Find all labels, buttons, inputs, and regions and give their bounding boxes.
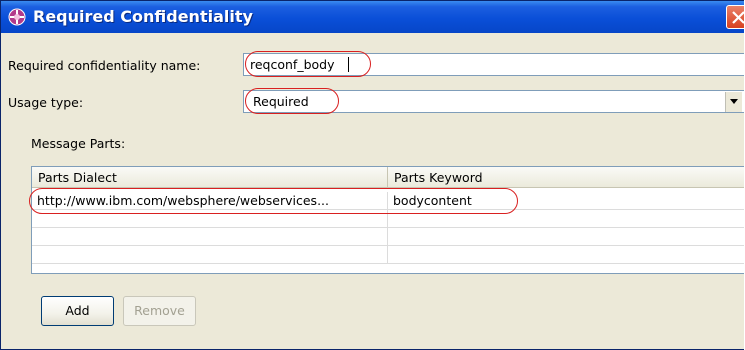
usage-select[interactable]: Required — [243, 90, 744, 113]
name-value: reqconf_body — [250, 57, 335, 72]
message-parts-table: Parts Dialect Parts Keyword http://www.i… — [31, 166, 744, 274]
column-header-label: Parts Dialect — [38, 170, 117, 185]
window-title: Required Confidentiality — [33, 7, 253, 26]
message-parts-label: Message Parts: — [31, 136, 126, 151]
cell-text: http://www.ibm.com/websphere/webservices… — [37, 193, 329, 208]
table-empty-cell — [32, 246, 388, 264]
name-input[interactable]: reqconf_body — [243, 53, 744, 76]
chevron-down-icon — [730, 99, 738, 104]
title-bar[interactable]: Required Confidentiality — [1, 1, 744, 33]
text-caret — [348, 57, 349, 72]
column-header-parts-dialect[interactable]: Parts Dialect — [32, 167, 388, 188]
required-confidentiality-dialog: Required Confidentiality Required confid… — [0, 0, 744, 350]
usage-label: Usage type: — [8, 95, 84, 110]
table-cell-keyword[interactable]: bodycontent — [388, 192, 744, 210]
policy-icon — [8, 8, 26, 26]
table-empty-cell — [388, 228, 744, 246]
add-button[interactable]: Add — [41, 296, 114, 326]
remove-button[interactable]: Remove — [123, 296, 196, 326]
column-header-label: Parts Keyword — [394, 170, 483, 185]
close-button[interactable] — [726, 5, 744, 29]
table-empty-cell — [32, 228, 388, 246]
table-empty-cell — [388, 246, 744, 264]
column-header-parts-keyword[interactable]: Parts Keyword — [388, 167, 744, 188]
table-empty-cell — [32, 210, 388, 228]
close-icon — [732, 11, 744, 24]
dropdown-button[interactable] — [725, 92, 742, 112]
usage-value: Required — [253, 94, 309, 109]
table-cell-dialect[interactable]: http://www.ibm.com/websphere/webservices… — [32, 192, 388, 210]
name-label: Required confidentiality name: — [8, 58, 201, 73]
cell-text: bodycontent — [393, 193, 472, 208]
table-empty-cell — [388, 210, 744, 228]
